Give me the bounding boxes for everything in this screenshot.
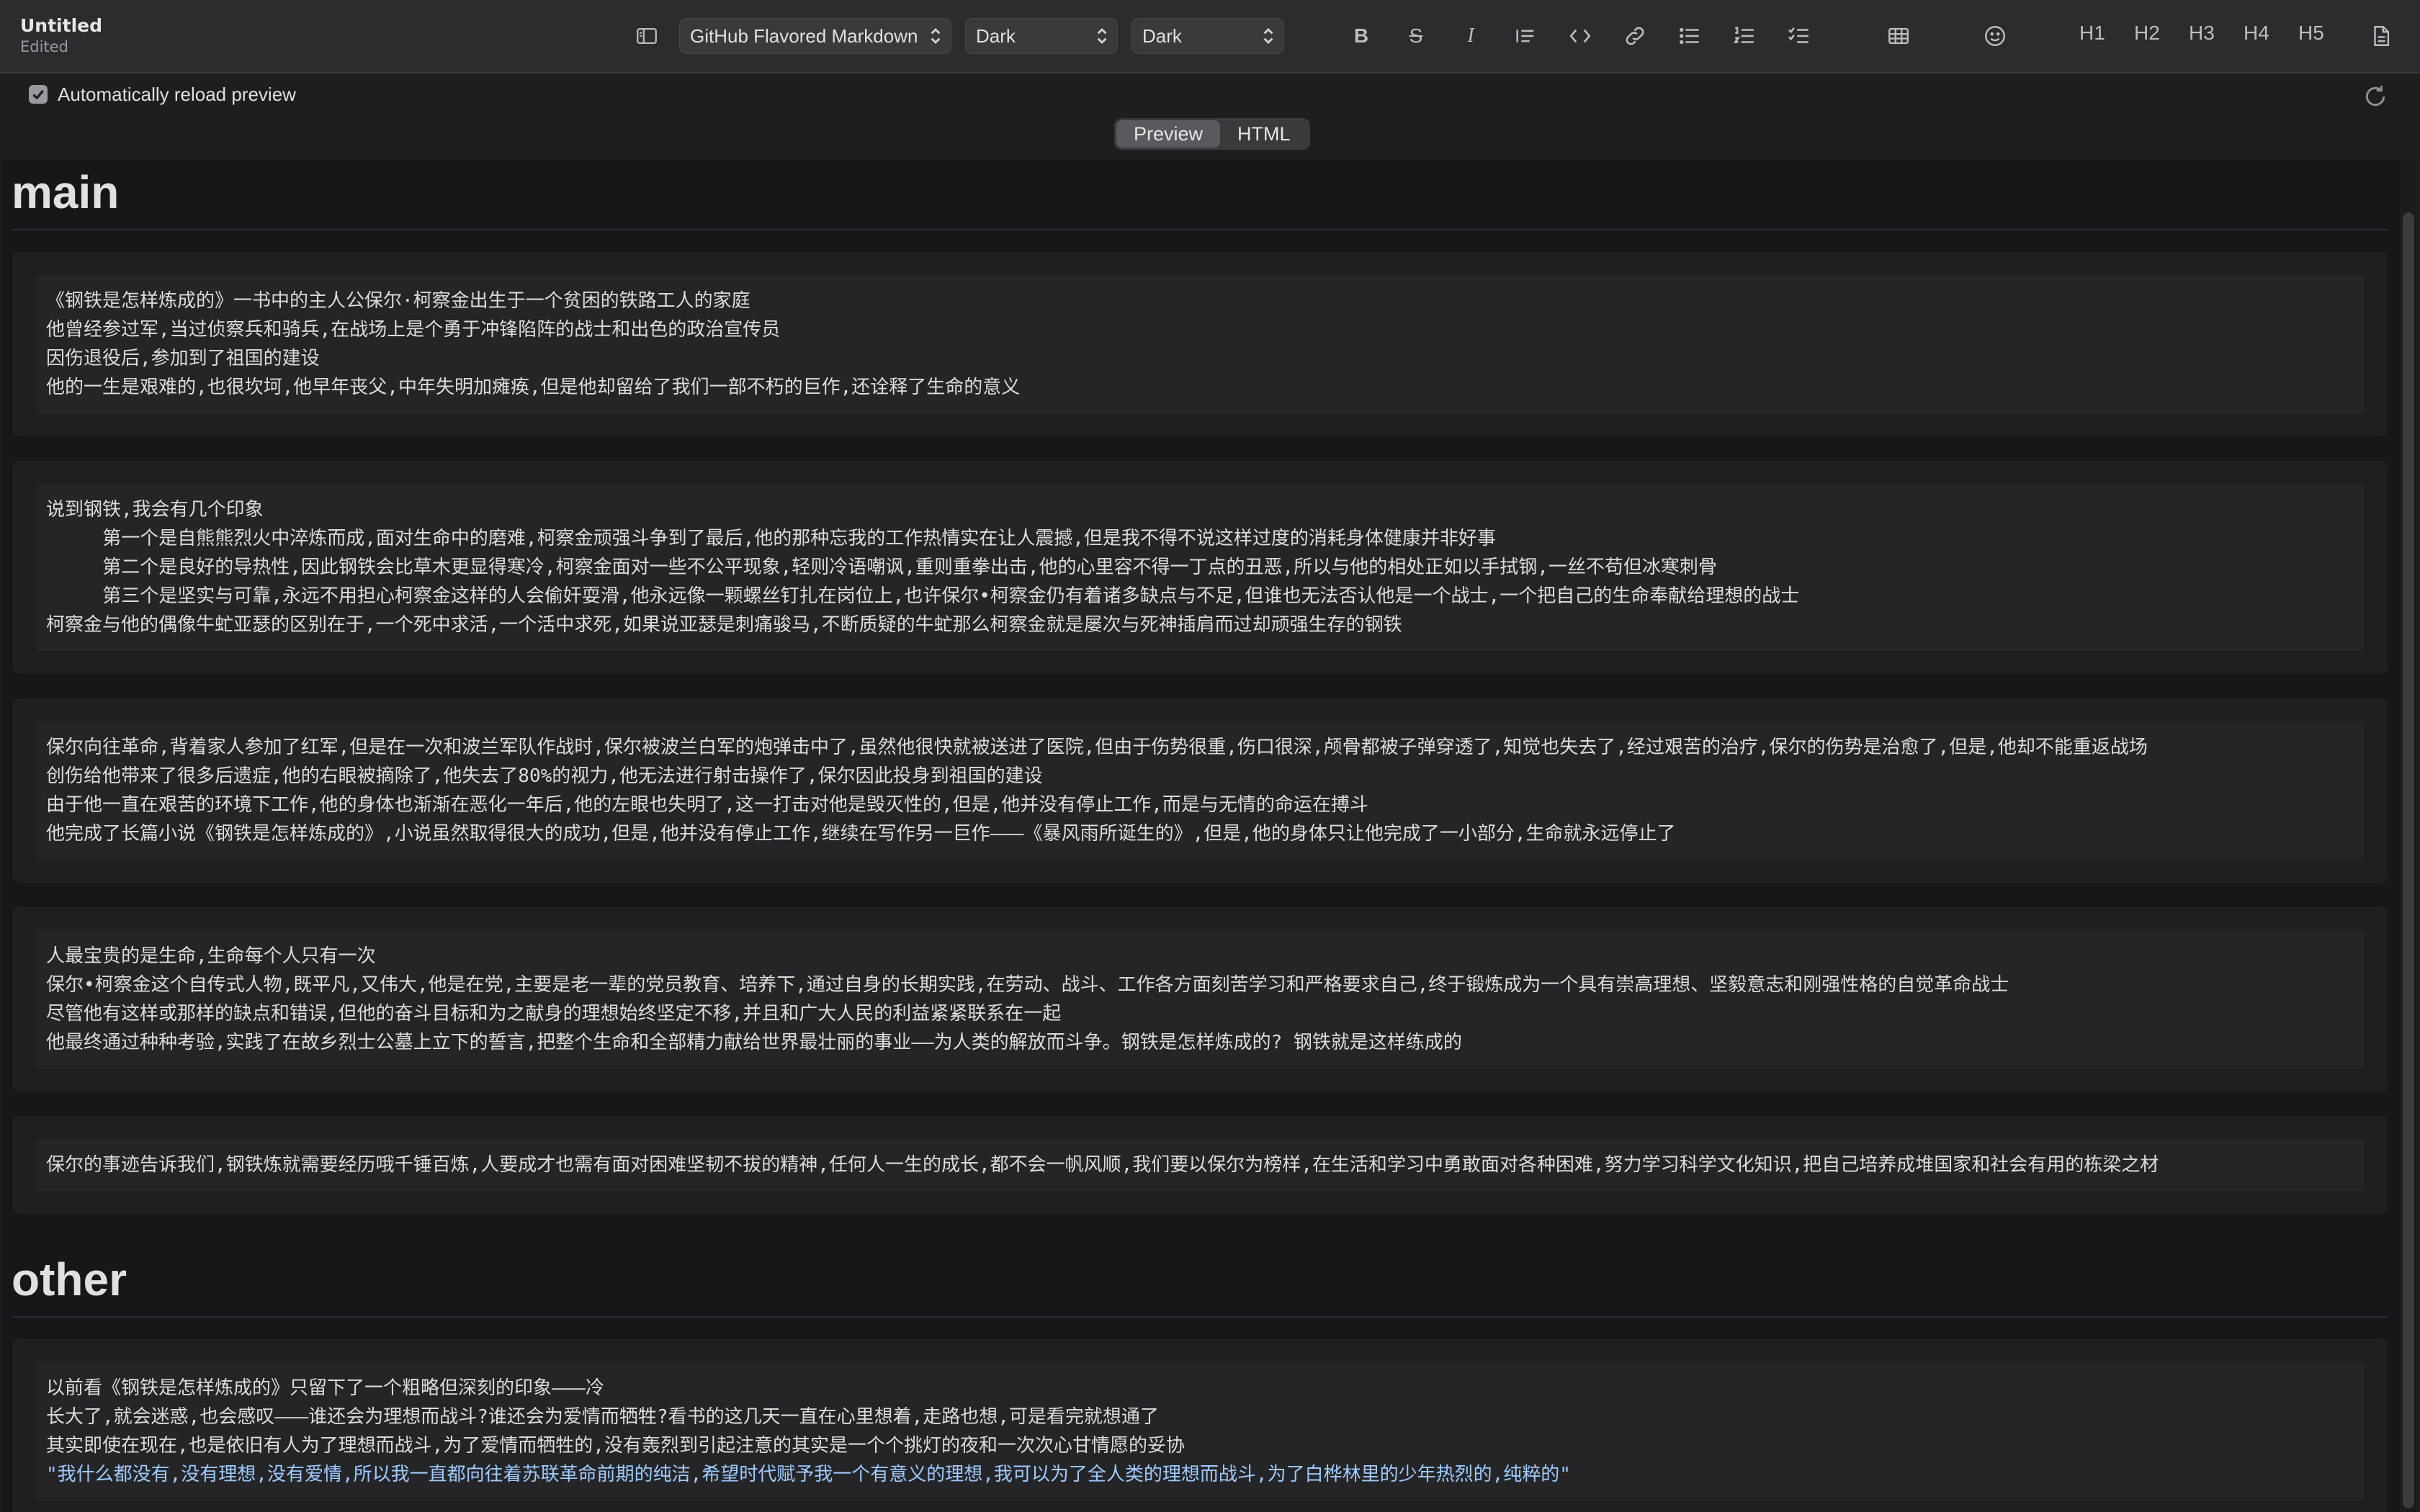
- sidebar-toggle-icon[interactable]: [629, 19, 664, 53]
- section-heading: other: [12, 1254, 127, 1305]
- document-title-area: Untitled Edited: [20, 14, 102, 56]
- section-heading: main: [12, 166, 120, 218]
- code-line: 柯察金与他的偶像牛虻亚瑟的区别在于,一个死中求活,一个活中求死,如果说亚瑟是刺痛…: [46, 614, 1402, 636]
- markdown-flavor-select[interactable]: GitHub Flavored Markdown: [679, 18, 951, 54]
- chevron-updown-icon: [931, 27, 941, 45]
- editor-theme-value: Dark: [976, 24, 1016, 47]
- editor-theme-select[interactable]: Dark: [965, 18, 1118, 54]
- code-block-content: 人最宝贵的是生命,生命每个人只有一次保尔•柯察金这个自传式人物,既平凡,又伟大,…: [36, 930, 2365, 1068]
- table-icon[interactable]: [1881, 19, 1916, 53]
- code-block: 以前看《钢铁是怎样炼成的》只留下了一个粗略但深刻的印象———冷长大了,就会迷惑,…: [13, 1339, 2388, 1512]
- numbered-list-icon[interactable]: [1727, 19, 1762, 53]
- code-line: 保尔的事迹告诉我们,钢铁炼就需要经历哦千锤百炼,人要成才也需有面对困难坚韧不拔的…: [46, 1154, 2159, 1176]
- heading-divider: [12, 1316, 2388, 1318]
- code-line: 说到钢铁,我会有几个印象: [46, 499, 264, 521]
- chevron-updown-icon: [1097, 27, 1107, 45]
- code-line: 第三个是坚实与可靠,永远不用担心柯察金这样的人会偷奸耍滑,他永远像一颗螺丝钉扎在…: [46, 585, 1800, 607]
- preview-theme-value: Dark: [1142, 24, 1182, 47]
- code-line: 创伤给他带来了很多后遗症,他的右眼被摘除了,他失去了80%的视力,他无法进行射击…: [46, 765, 1043, 787]
- checkmark-icon: [32, 89, 44, 100]
- code-line: 他最终通过种种考验,实践了在故乡烈士公墓上立下的誓言,把整个生命和全部精力献给世…: [46, 1032, 1462, 1053]
- scrollbar-thumb[interactable]: [2403, 212, 2414, 1508]
- code-block-content: 《钢铁是怎样炼成的》一书中的主人公保尔·柯察金出生于一个贫困的铁路工人的家庭他曾…: [36, 275, 2365, 413]
- chevron-updown-icon: [1263, 27, 1273, 45]
- heading-4-button[interactable]: H4: [2244, 22, 2269, 45]
- code-line: "我什么都没有,没有理想,没有爱情,所以我一直都向往着苏联革命前期的纯洁,希望时…: [46, 1464, 1571, 1485]
- bullet-list-icon[interactable]: [1672, 19, 1707, 53]
- code-block-content: 说到钢铁,我会有几个印象 第一个是自熊熊烈火中淬炼而成,面对生命中的磨难,柯察金…: [36, 484, 2365, 651]
- code-block-content: 保尔向往革命,背着家人参加了红军,但是在一次和波兰军队作战时,保尔被波兰白军的炮…: [36, 721, 2365, 860]
- document-icon[interactable]: [2364, 19, 2398, 53]
- code-icon[interactable]: [1563, 19, 1597, 53]
- refresh-icon[interactable]: [2361, 82, 2390, 111]
- code-block: 保尔的事迹告诉我们,钢铁炼就需要经历哦千锤百炼,人要成才也需有面对困难坚韧不拔的…: [13, 1116, 2388, 1214]
- document-title: Untitled: [20, 15, 102, 36]
- code-line: 《钢铁是怎样炼成的》一书中的主人公保尔·柯察金出生于一个贫困的铁路工人的家庭: [46, 290, 750, 312]
- italic-icon[interactable]: I: [1453, 19, 1488, 53]
- toolbar: Untitled Edited GitHub Flavored Markdown…: [0, 0, 2420, 73]
- code-line: 第一个是自熊熊烈火中淬炼而成,面对生命中的磨难,柯察金顽强斗争到了最后,他的那种…: [46, 528, 1496, 549]
- code-line: 长大了,就会迷惑,也会感叹———谁还会为理想而战斗?谁还会为爱情而牺牲?看书的这…: [46, 1406, 1159, 1428]
- code-line: 人最宝贵的是生命,生命每个人只有一次: [46, 945, 376, 967]
- code-block: 保尔向往革命,背着家人参加了红军,但是在一次和波兰军队作战时,保尔被波兰白军的炮…: [13, 698, 2388, 883]
- link-icon[interactable]: [1618, 19, 1652, 53]
- code-line: 他的一生是艰难的,也很坎坷,他早年丧父,中年失明加瘫痪,但是他却留给了我们一部不…: [46, 377, 1021, 398]
- heading-1-button[interactable]: H1: [2079, 22, 2105, 45]
- preview-mode-tabs: Preview HTML: [1114, 118, 1310, 150]
- auto-reload-label: Automatically reload preview: [58, 84, 296, 105]
- code-line: 他完成了长篇小说《钢铁是怎样炼成的》,小说虽然取得很大的成功,但是,他并没有停止…: [46, 823, 1676, 845]
- options-bar: Automatically reload preview: [0, 73, 2420, 117]
- code-line: 由于他一直在艰苦的环境下工作,他的身体也渐渐在恶化一年后,他的左眼也失明了,这一…: [46, 794, 1368, 816]
- heading-3-button[interactable]: H3: [2189, 22, 2215, 45]
- emoji-icon[interactable]: [1978, 19, 2012, 53]
- heading-5-button[interactable]: H5: [2298, 22, 2324, 45]
- code-block: 《钢铁是怎样炼成的》一书中的主人公保尔·柯察金出生于一个贫困的铁路工人的家庭他曾…: [13, 252, 2388, 436]
- blockquote-icon[interactable]: [1508, 19, 1543, 53]
- code-line: 以前看《钢铁是怎样炼成的》只留下了一个粗略但深刻的印象———冷: [46, 1377, 604, 1399]
- code-line: 其实即使在现在,也是依旧有人为了理想而战斗,为了爱情而牺牲的,没有轰烈到引起注意…: [46, 1435, 1185, 1457]
- code-block-content: 保尔的事迹告诉我们,钢铁炼就需要经历哦千锤百炼,人要成才也需有面对困难坚韧不拔的…: [36, 1139, 2365, 1191]
- heading-divider: [12, 229, 2388, 230]
- preview-theme-select[interactable]: Dark: [1131, 18, 1284, 54]
- strikethrough-icon[interactable]: S: [1399, 19, 1433, 53]
- code-line: 保尔向往革命,背着家人参加了红军,但是在一次和波兰军队作战时,保尔被波兰白军的炮…: [46, 737, 2148, 758]
- code-block: 人最宝贵的是生命,生命每个人只有一次保尔•柯察金这个自传式人物,既平凡,又伟大,…: [13, 907, 2388, 1092]
- code-line: 他曾经参过军,当过侦察兵和骑兵,在战场上是个勇于冲锋陷阵的战士和出色的政治宣传员: [46, 319, 781, 341]
- task-list-icon[interactable]: [1782, 19, 1816, 53]
- code-block-content: 以前看《钢铁是怎样炼成的》只留下了一个粗略但深刻的印象———冷长大了,就会迷惑,…: [36, 1362, 2365, 1500]
- code-line: 第二个是良好的导热性,因此钢铁会比草木更显得寒冷,柯察金面对一些不公平现象,轻则…: [46, 557, 1717, 578]
- auto-reload-checkbox[interactable]: [29, 85, 48, 104]
- tab-preview[interactable]: Preview: [1116, 120, 1221, 148]
- document-status: Edited: [20, 38, 68, 55]
- heading-2-button[interactable]: H2: [2134, 22, 2160, 45]
- preview-pane: main 《钢铁是怎样炼成的》一书中的主人公保尔·柯察金出生于一个贫困的铁路工人的…: [1, 160, 2400, 1512]
- code-line: 尽管他有这样或那样的缺点和错误,但他的奋斗目标和为之献身的理想始终坚定不移,并且…: [46, 1003, 1062, 1025]
- code-block: 说到钢铁,我会有几个印象 第一个是自熊熊烈火中淬炼而成,面对生命中的磨难,柯察金…: [13, 461, 2388, 674]
- code-line: 因伤退役后,参加到了祖国的建设: [46, 348, 320, 369]
- tab-html[interactable]: HTML: [1220, 120, 1308, 148]
- bold-icon[interactable]: B: [1344, 19, 1379, 53]
- code-line: 保尔•柯察金这个自传式人物,既平凡,又伟大,他是在党,主要是老一辈的党员教育、培…: [46, 974, 2009, 996]
- markdown-flavor-value: GitHub Flavored Markdown: [690, 24, 918, 47]
